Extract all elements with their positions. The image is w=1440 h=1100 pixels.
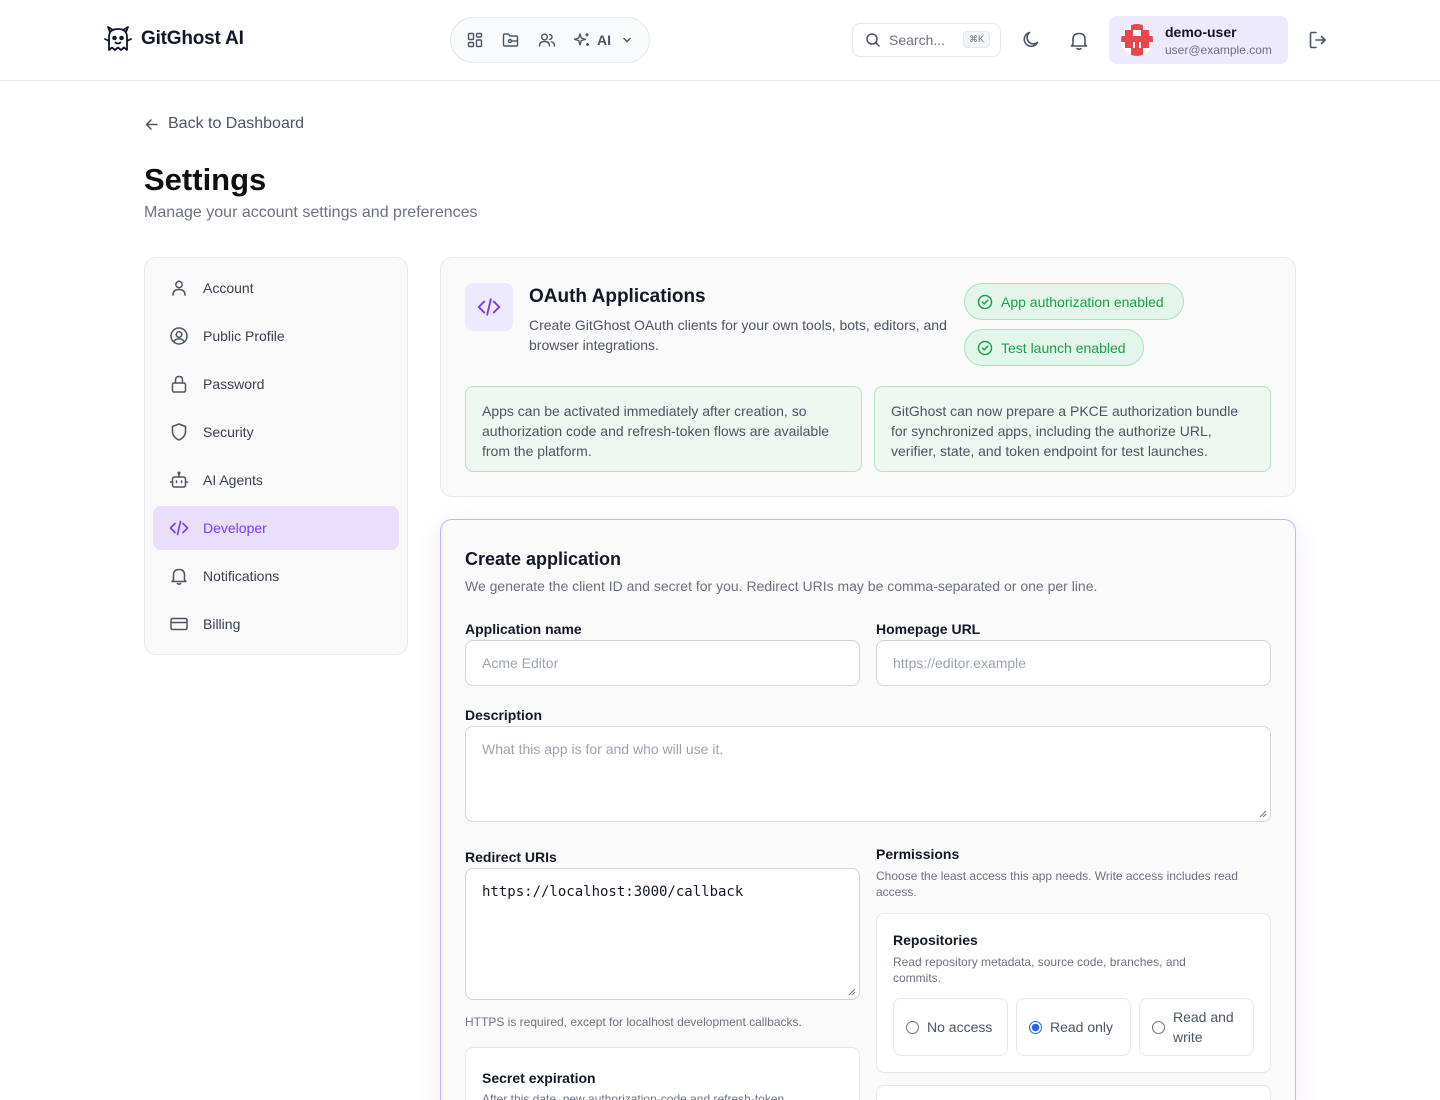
description-textarea[interactable]: What this app is for and who will use it… [465,726,1271,822]
sidebar-item-developer[interactable]: Developer [153,506,399,550]
radio-label: Read and write [1173,1009,1234,1045]
secret-expiration-title: Secret expiration [482,1070,596,1086]
oauth-description: Create GitGhost OAuth clients for your o… [529,317,947,353]
folder-git-icon[interactable] [501,30,521,50]
chevron-down-icon [621,34,633,46]
ghost-logo-icon [103,24,133,54]
description-placeholder: What this app is for and who will use it… [482,741,724,757]
radio-option-no-access[interactable]: No access [893,998,1008,1056]
sidebar-item-account[interactable]: Account [153,266,399,310]
dashboard-grid-icon[interactable] [465,30,485,50]
sidebar-item-label: Public Profile [203,328,285,344]
secret-expiration-section: Secret expiration After this date, new a… [465,1047,860,1100]
oauth-applications-panel: OAuth Applications Create GitGhost OAuth… [440,257,1296,497]
sidebar-item-label: Account [203,280,254,296]
theme-toggle-moon-icon[interactable] [1020,29,1042,51]
shield-icon [169,422,189,442]
sidebar-item-notifications[interactable]: Notifications [153,554,399,598]
radio-label: No access [927,1019,993,1035]
redirect-uris-label: Redirect URIs [465,849,557,865]
app-name-input[interactable]: Acme Editor [465,640,860,686]
radio-button-selected[interactable] [1029,1020,1042,1034]
code-icon [465,283,513,331]
back-label: Back to Dashboard [168,115,305,132]
brand-logo-link[interactable]: GitGhost AI [103,24,244,54]
permission-description: Read repository metadata, source code, b… [893,955,1186,985]
user-circle-icon [169,326,189,346]
check-circle-icon [977,340,993,356]
search-input[interactable]: Search... ⌘K [852,23,1001,57]
credit-card-icon [169,614,189,634]
user-email: user@example.com [1165,43,1272,57]
status-badge-app-authorization: App authorization enabled [964,283,1184,320]
bell-icon [169,566,189,586]
page-subtitle: Manage your account settings and prefere… [144,204,478,221]
brand-name: GitGhost AI [141,28,244,49]
permission-next [876,1085,1271,1100]
radio-button[interactable] [1152,1020,1165,1034]
radio-button[interactable] [906,1020,919,1034]
settings-sidebar: Account Public Profile Password Security… [144,257,408,655]
radio-option-read-write[interactable]: Read and write [1139,998,1254,1056]
sparkles-icon [573,31,591,49]
badge-label: App authorization enabled [1001,293,1164,310]
logout-icon[interactable] [1307,29,1329,51]
permission-title: Repositories [893,932,978,948]
create-subtitle: We generate the client ID and secret for… [465,578,1098,594]
notifications-bell-icon[interactable] [1068,29,1090,51]
page-title: Settings [144,162,267,197]
avatar [1121,24,1153,56]
radio-label: Read only [1050,1019,1114,1035]
user-icon [169,278,189,298]
search-placeholder: Search... [889,32,946,48]
create-application-card: Create application We generate the clien… [440,519,1296,1100]
create-title: Create application [465,549,622,569]
top-header: GitGhost AI AI Search... ⌘K demo-user us… [0,0,1440,81]
check-circle-icon [977,294,993,310]
redirect-uris-hint: HTTPS is required, except for localhost … [465,1015,802,1029]
status-badge-test-launch: Test launch enabled [964,329,1144,366]
search-icon [865,32,881,48]
redirect-uris-textarea[interactable]: https://localhost:3000/callback [465,868,860,1000]
arrow-left-icon [144,117,159,132]
main-nav: AI [450,17,650,63]
code-icon [169,518,189,538]
info-box-pkce: GitGhost can now prepare a PKCE authoriz… [874,386,1271,472]
permission-repositories: Repositories Read repository metadata, s… [876,913,1271,1073]
resize-handle-icon[interactable] [1259,810,1267,818]
sidebar-item-label: Developer [203,520,267,536]
redirect-uris-value: https://localhost:3000/callback [482,884,744,900]
user-menu[interactable]: demo-user user@example.com [1109,16,1288,64]
back-to-dashboard-link[interactable]: Back to Dashboard [144,115,304,133]
sidebar-item-label: Password [203,376,265,392]
radio-option-read-only[interactable]: Read only [1016,998,1131,1056]
users-icon[interactable] [537,30,557,50]
sidebar-item-label: Notifications [203,568,280,584]
sidebar-item-public-profile[interactable]: Public Profile [153,314,399,358]
permissions-label: Permissions [876,846,960,862]
lock-icon [169,374,189,394]
permissions-hint: Choose the least access this app needs. … [876,869,1238,899]
nav-ai-label: AI [597,32,611,48]
app-name-label: Application name [465,621,582,637]
description-label: Description [465,707,543,723]
oauth-title: OAuth Applications [529,286,706,307]
secret-expiration-description: After this date, new authorization-code … [482,1092,785,1100]
sidebar-item-ai-agents[interactable]: AI Agents [153,458,399,502]
sidebar-item-label: AI Agents [203,472,263,488]
search-shortcut-badge: ⌘K [962,31,990,48]
sidebar-item-billing[interactable]: Billing [153,602,399,646]
sidebar-item-label: Billing [203,616,241,632]
sidebar-item-label: Security [203,424,254,440]
sidebar-item-password[interactable]: Password [153,362,399,406]
badge-label: Test launch enabled [1001,339,1126,356]
resize-handle-icon[interactable] [848,988,856,996]
homepage-url-label: Homepage URL [876,621,981,637]
bot-icon [169,470,189,490]
homepage-url-input[interactable]: https://editor.example [876,640,1271,686]
sidebar-item-security[interactable]: Security [153,410,399,454]
user-name: demo-user [1165,24,1237,40]
info-box-activation: Apps can be activated immediately after … [465,386,862,472]
nav-ai-menu[interactable]: AI [573,31,633,49]
